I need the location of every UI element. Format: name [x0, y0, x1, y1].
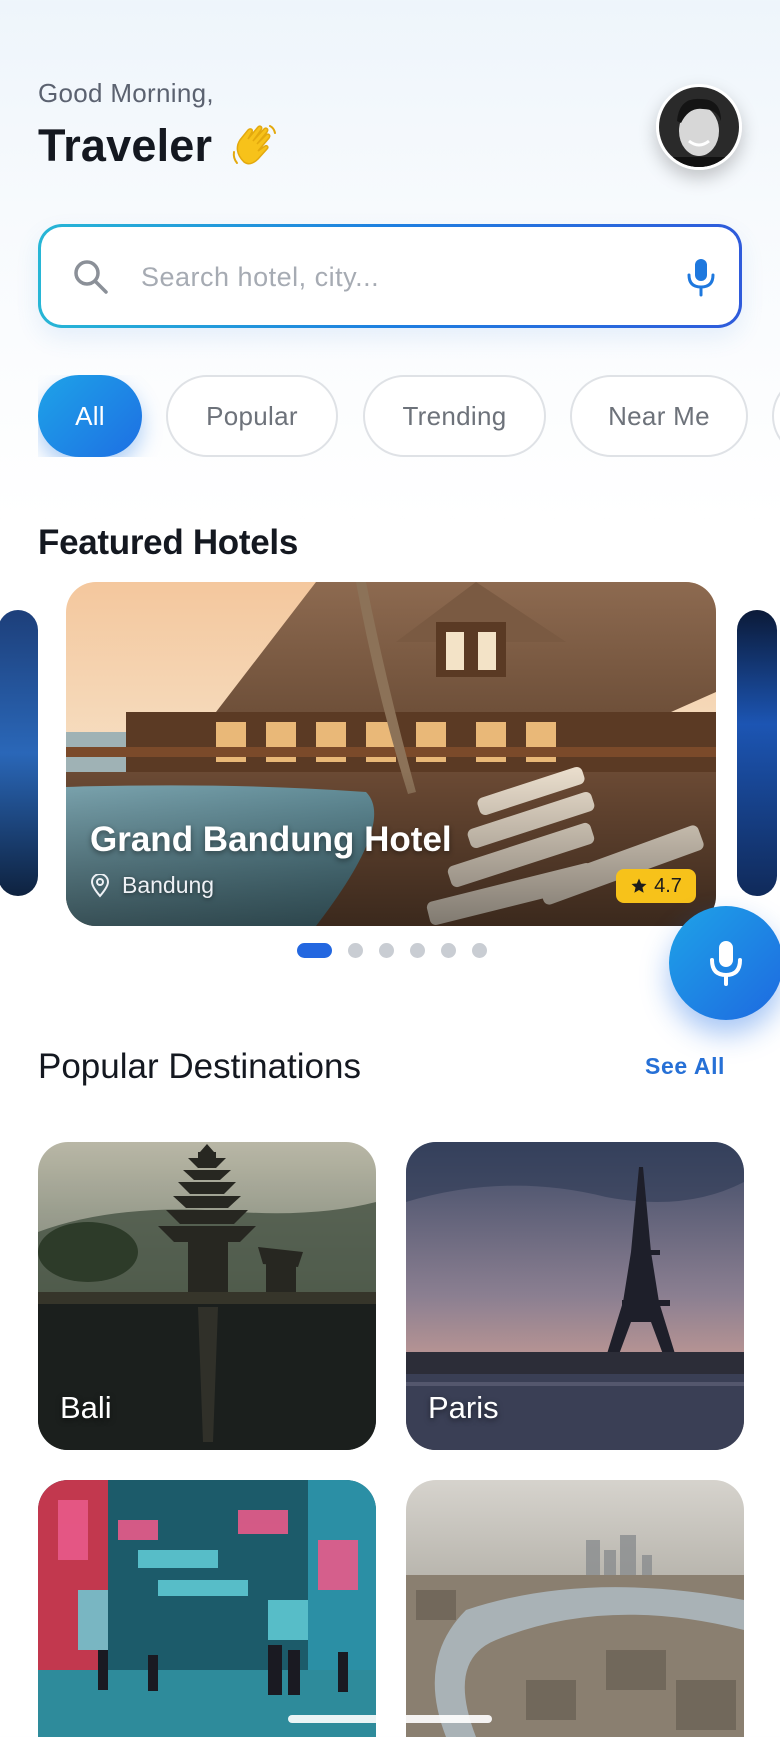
home-indicator [288, 1715, 492, 1723]
filter-chips: All Popular Trending Near Me [38, 375, 780, 457]
mic-icon[interactable] [681, 255, 721, 299]
wave-icon [233, 125, 277, 165]
popular-destinations-title: Popular Destinations [38, 1047, 361, 1086]
destination-card-bali[interactable]: Bali [38, 1142, 376, 1450]
avatar-image [659, 87, 739, 167]
carousel-dot[interactable] [348, 943, 363, 958]
london-image [406, 1480, 744, 1737]
voice-search-button[interactable] [669, 906, 780, 1020]
tokyo-image [38, 1480, 376, 1737]
rating-badge: 4.7 [616, 869, 696, 903]
user-name: Traveler [38, 120, 213, 171]
carousel-dots [297, 943, 487, 958]
destination-label: Paris [428, 1390, 499, 1425]
carousel-dot[interactable] [410, 943, 425, 958]
carousel-dot[interactable] [441, 943, 456, 958]
destination-label: Bali [60, 1390, 112, 1425]
rating-value: 4.7 [654, 874, 682, 897]
chip-all[interactable]: All [38, 375, 142, 457]
search-icon [74, 260, 108, 294]
hotel-name: Grand Bandung Hotel [90, 820, 452, 859]
destination-card-tokyo[interactable] [38, 1480, 376, 1737]
carousel-dot[interactable] [472, 943, 487, 958]
destination-card-london[interactable] [406, 1480, 744, 1737]
mic-icon [710, 941, 742, 986]
avatar[interactable] [656, 84, 742, 170]
search-bar[interactable] [38, 224, 742, 328]
previous-hotel-card[interactable] [0, 610, 38, 896]
chip-more[interactable] [772, 375, 780, 457]
location-pin-icon [90, 873, 110, 898]
carousel-dot[interactable] [379, 943, 394, 958]
carousel-dot[interactable] [297, 943, 332, 958]
chip-trending[interactable]: Trending [363, 375, 546, 457]
featured-hotel-card[interactable]: Grand Bandung Hotel Bandung 4.7 [66, 582, 716, 926]
next-hotel-card[interactable] [737, 610, 777, 896]
chip-popular[interactable]: Popular [166, 375, 338, 457]
chip-near-me[interactable]: Near Me [570, 375, 748, 457]
hotel-location-text: Bandung [122, 872, 215, 898]
title-row: Traveler [38, 120, 278, 172]
featured-hotels-title: Featured Hotels [38, 523, 298, 562]
see-all-link[interactable]: See All [645, 1053, 725, 1080]
hotel-location: Bandung [90, 872, 214, 899]
featured-carousel[interactable]: Grand Bandung Hotel Bandung 4.7 [0, 582, 780, 926]
greeting-text: Good Morning, [38, 78, 214, 108]
destination-card-paris[interactable]: Paris [406, 1142, 744, 1450]
search-input[interactable] [141, 249, 621, 305]
star-icon [631, 878, 647, 893]
